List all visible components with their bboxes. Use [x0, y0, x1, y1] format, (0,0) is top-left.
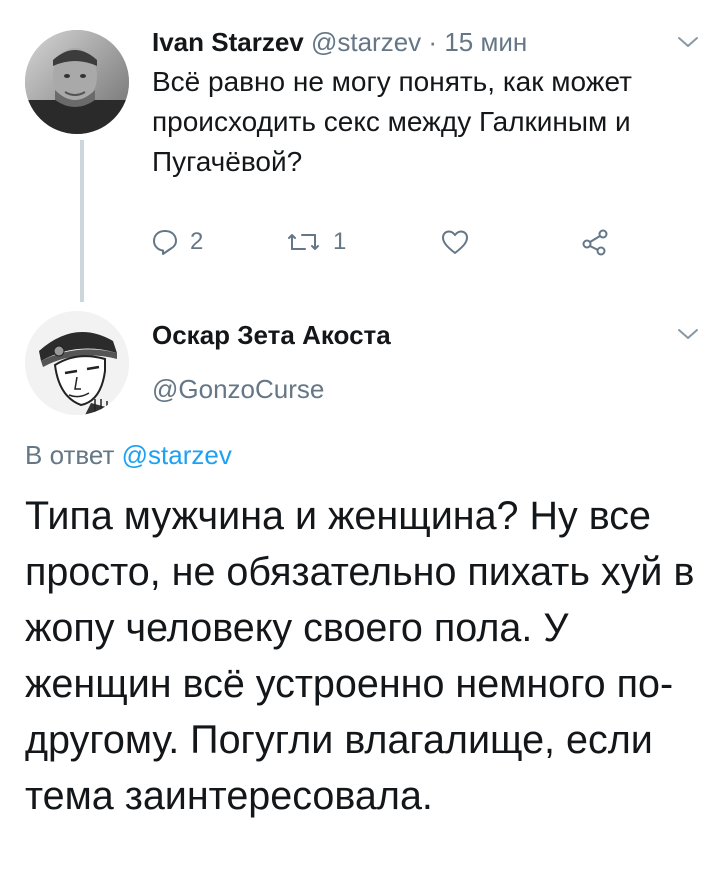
- more-options-button[interactable]: [674, 324, 702, 344]
- author-name[interactable]: Ivan Starzev: [152, 27, 304, 57]
- avatar[interactable]: [25, 30, 129, 134]
- retweet-icon: [288, 234, 319, 250]
- profile-photo-icon: [25, 30, 129, 134]
- chevron-down-icon: [678, 37, 698, 47]
- share-icon: [582, 229, 608, 256]
- illustrated-portrait-icon: [25, 311, 129, 415]
- time-separator: ·: [428, 27, 438, 57]
- avatar[interactable]: [25, 311, 129, 415]
- reply-context: В ответ @starzev: [25, 438, 232, 472]
- heart-icon: [442, 230, 468, 254]
- author-name[interactable]: Оскар Зета Акоста: [152, 318, 391, 352]
- share-button[interactable]: [580, 222, 610, 262]
- reply-icon: [153, 230, 177, 255]
- retweet-count: 1: [333, 228, 347, 255]
- tweet-header: Ivan Starzev @starzev · 15 мин: [152, 26, 527, 58]
- reply-count: 2: [190, 228, 204, 255]
- thread-connector-line: [80, 140, 84, 302]
- reply-mention-link[interactable]: @starzev: [122, 440, 232, 470]
- tweet-time[interactable]: 15 мин: [444, 27, 527, 57]
- more-options-button[interactable]: [674, 32, 702, 52]
- author-handle[interactable]: @starzev: [311, 27, 421, 57]
- like-button[interactable]: [440, 222, 470, 262]
- retweet-button[interactable]: 1: [285, 222, 346, 262]
- tweet-actions: 2 1: [150, 222, 620, 262]
- reply-prefix: В ответ: [25, 440, 115, 470]
- tweet-text: Типа мужчина и женщина? Ну все просто, н…: [25, 494, 695, 818]
- tweet-text: Всё равно не могу понять, как может прои…: [152, 66, 632, 177]
- chevron-down-icon: [678, 329, 698, 339]
- author-handle[interactable]: @GonzoCurse: [152, 372, 324, 406]
- reply-button[interactable]: 2: [150, 222, 203, 262]
